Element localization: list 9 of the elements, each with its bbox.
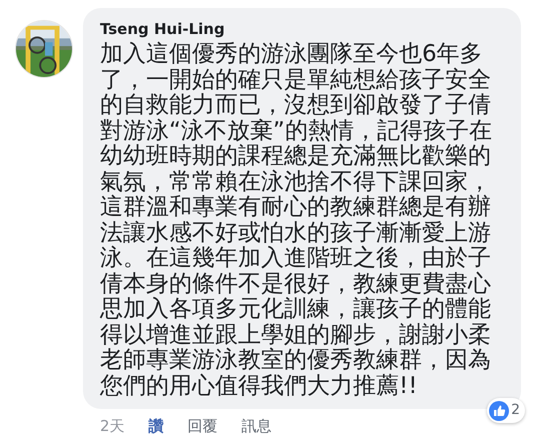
comment-action-link[interactable]: 回覆 [188, 415, 218, 438]
comment-action-link[interactable]: 訊息 [242, 415, 272, 438]
reaction-badge[interactable]: 2 [487, 398, 525, 423]
reaction-count: 2 [511, 401, 520, 420]
thumbs-up-icon [489, 400, 510, 420]
author-name[interactable]: Tseng Hui-Ling [100, 20, 511, 38]
comment-action-link[interactable]: 讚 [148, 415, 164, 438]
comment-text: 加入這個優秀的游泳團隊至今也6年多了，一開始的確只是單純想給孩子安全的自救能力而已，沒想到卻啟發了子倩對游泳“泳不放棄”的熱情，記得孩子在幼幼班時期的課程總是充滿無比歡樂的氣氛，常常賴在泳池捨不得下課回家，這群溫和專業有耐心的教練群總是有辦法讓水感不好或怕水的孩子漸漸愛上游泳。在這幾年加入進階班之後，由於子倩本身的條件不是很好，教練更費盡心思加入各項多元化訓練，讓孩子的體能得以增進並跟上學姐的腳步，謝謝小柔老師專業游泳教室的優秀教練群，因為您們的用心值得我們大力推薦!! [100, 42, 493, 399]
comment-time: 2天 [100, 416, 125, 437]
